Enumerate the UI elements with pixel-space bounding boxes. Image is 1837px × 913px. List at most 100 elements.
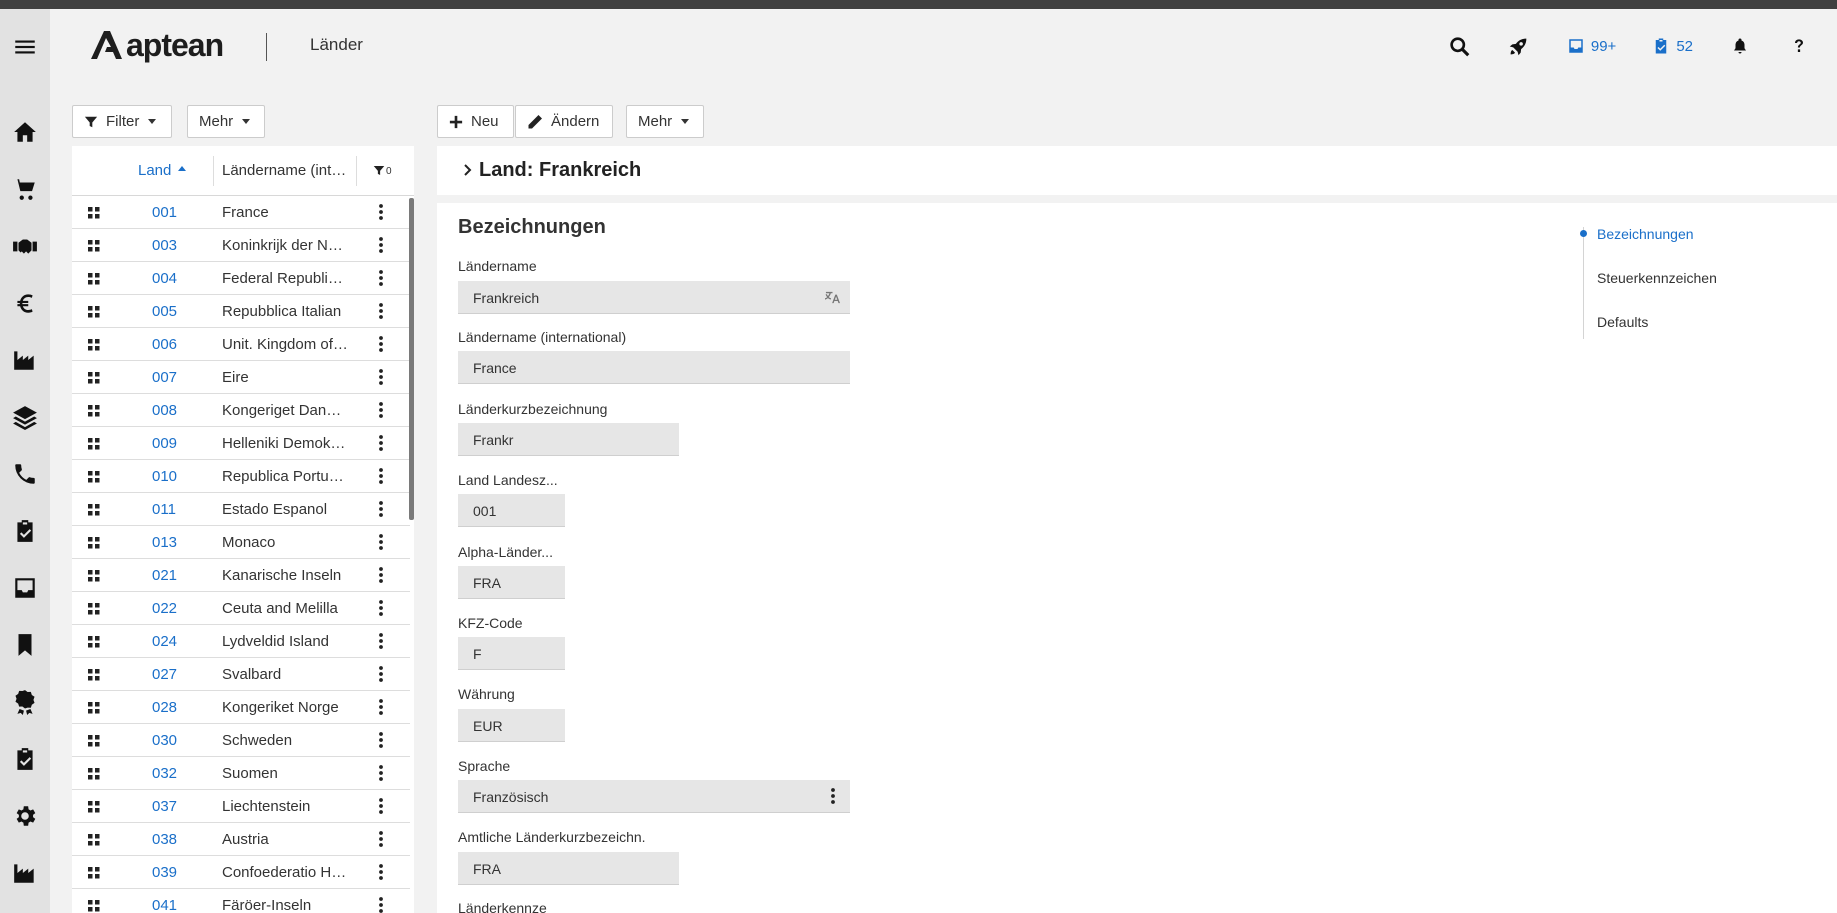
row-country-code[interactable]: 039 [152, 864, 177, 881]
search-button[interactable] [1449, 36, 1470, 57]
row-country-code[interactable]: 009 [152, 435, 177, 452]
drag-handle-icon[interactable] [88, 635, 100, 648]
table-row[interactable]: 009 Helleniki Demokratia [72, 427, 410, 460]
row-country-code[interactable]: 007 [152, 369, 177, 386]
cart-icon[interactable] [3, 169, 47, 209]
table-row[interactable]: 003 Koninkrijk der Nederlanden [72, 229, 410, 262]
drag-handle-icon[interactable] [88, 767, 100, 780]
drag-handle-icon[interactable] [88, 272, 100, 285]
more-vertical-icon[interactable] [378, 699, 384, 715]
more-vertical-icon[interactable] [378, 369, 384, 385]
table-row[interactable]: 024 Lydveldid Island [72, 625, 410, 658]
table-row[interactable]: 001 France [72, 196, 410, 229]
anchor-steuerkennzeichen[interactable]: Steuerkennzeichen [1597, 270, 1717, 286]
clipboard-check-icon[interactable] [3, 511, 47, 551]
more-vertical-icon[interactable] [378, 435, 384, 451]
rocket-button[interactable] [1508, 36, 1529, 57]
euro-icon[interactable] [3, 283, 47, 323]
row-country-code[interactable]: 001 [152, 204, 177, 221]
row-country-code[interactable]: 021 [152, 567, 177, 584]
table-row[interactable]: 007 Eire [72, 361, 410, 394]
alpha-field[interactable]: FRA [458, 566, 565, 599]
table-row[interactable]: 022 Ceuta and Melilla [72, 592, 410, 625]
inbox-badge-button[interactable]: 99+ [1567, 37, 1616, 55]
drag-handle-icon[interactable] [88, 536, 100, 549]
filter-button[interactable]: Filter [72, 105, 172, 138]
table-row[interactable]: 041 Färöer-Inseln [72, 889, 410, 913]
table-row[interactable]: 028 Kongeriket Norge [72, 691, 410, 724]
row-country-code[interactable]: 004 [152, 270, 177, 287]
notifications-button[interactable] [1731, 37, 1749, 55]
row-country-code[interactable]: 022 [152, 600, 177, 617]
handshake-icon[interactable] [3, 226, 47, 266]
help-button[interactable] [1791, 36, 1807, 56]
table-row[interactable]: 027 Svalbard [72, 658, 410, 691]
drag-handle-icon[interactable] [88, 569, 100, 582]
drag-handle-icon[interactable] [88, 470, 100, 483]
drag-handle-icon[interactable] [88, 866, 100, 879]
more-vertical-icon[interactable] [378, 732, 384, 748]
column-header-name[interactable]: Ländername (international) [222, 162, 352, 179]
laendername-int-field[interactable]: France [458, 351, 850, 384]
amtlich-field[interactable]: FRA [458, 852, 679, 885]
row-country-code[interactable]: 013 [152, 534, 177, 551]
home-icon[interactable] [3, 112, 47, 152]
row-country-code[interactable]: 010 [152, 468, 177, 485]
chevron-right-icon[interactable] [463, 163, 473, 177]
sprache-field[interactable]: Französisch [458, 780, 850, 813]
more-vertical-icon[interactable] [378, 270, 384, 286]
award-icon[interactable] [3, 682, 47, 722]
column-filter-button[interactable]: 0 [373, 163, 392, 177]
more-vertical-icon[interactable] [378, 501, 384, 517]
new-button[interactable]: Neu [437, 105, 514, 138]
drag-handle-icon[interactable] [88, 305, 100, 318]
waehrung-field[interactable]: EUR [458, 709, 565, 742]
factory-icon[interactable] [3, 853, 47, 893]
more-vertical-icon[interactable] [378, 864, 384, 880]
list-scrollbar[interactable] [409, 198, 414, 520]
phone-icon[interactable] [3, 454, 47, 494]
drag-handle-icon[interactable] [88, 701, 100, 714]
aptean-logo[interactable]: aptean [90, 27, 224, 63]
more-vertical-icon[interactable] [378, 798, 384, 814]
kfz-field[interactable]: F [458, 637, 565, 670]
drag-handle-icon[interactable] [88, 503, 100, 516]
row-country-code[interactable]: 032 [152, 765, 177, 782]
table-row[interactable]: 004 Federal Republic of Germany [72, 262, 410, 295]
gear-icon[interactable] [3, 796, 47, 836]
column-header-land[interactable]: Land [138, 162, 187, 179]
more-vertical-icon[interactable] [378, 336, 384, 352]
drag-handle-icon[interactable] [88, 800, 100, 813]
more-vertical-icon[interactable] [378, 303, 384, 319]
drag-handle-icon[interactable] [88, 437, 100, 450]
anchor-bezeichnungen[interactable]: Bezeichnungen [1597, 226, 1694, 242]
more-vertical-icon[interactable] [378, 402, 384, 418]
row-country-code[interactable]: 005 [152, 303, 177, 320]
more-vertical-icon[interactable] [378, 765, 384, 781]
inbox-icon[interactable] [3, 568, 47, 608]
row-country-code[interactable]: 006 [152, 336, 177, 353]
more-vertical-icon[interactable] [378, 237, 384, 253]
edit-button[interactable]: Ändern [515, 105, 613, 138]
drag-handle-icon[interactable] [88, 239, 100, 252]
row-country-code[interactable]: 003 [152, 237, 177, 254]
table-row[interactable]: 008 Kongeriget Danmark [72, 394, 410, 427]
row-country-code[interactable]: 027 [152, 666, 177, 683]
drag-handle-icon[interactable] [88, 899, 100, 912]
drag-handle-icon[interactable] [88, 338, 100, 351]
table-row[interactable]: 013 Monaco [72, 526, 410, 559]
table-row[interactable]: 006 Unit. Kingdom of Great Britain [72, 328, 410, 361]
kurzbezeichnung-field[interactable]: Frankr [458, 423, 679, 456]
more-vertical-icon[interactable] [378, 633, 384, 649]
list-more-button[interactable]: Mehr [187, 105, 265, 138]
row-country-code[interactable]: 011 [152, 501, 176, 518]
layers-icon[interactable] [3, 397, 47, 437]
row-country-code[interactable]: 008 [152, 402, 177, 419]
table-row[interactable]: 038 Austria [72, 823, 410, 856]
laendername-field[interactable]: Frankreich [458, 281, 850, 314]
anchor-defaults[interactable]: Defaults [1597, 314, 1648, 330]
menu-icon[interactable] [3, 27, 47, 67]
drag-handle-icon[interactable] [88, 371, 100, 384]
table-row[interactable]: 039 Confoederatio Helvetica [72, 856, 410, 889]
table-row[interactable]: 011 Estado Espanol [72, 493, 410, 526]
